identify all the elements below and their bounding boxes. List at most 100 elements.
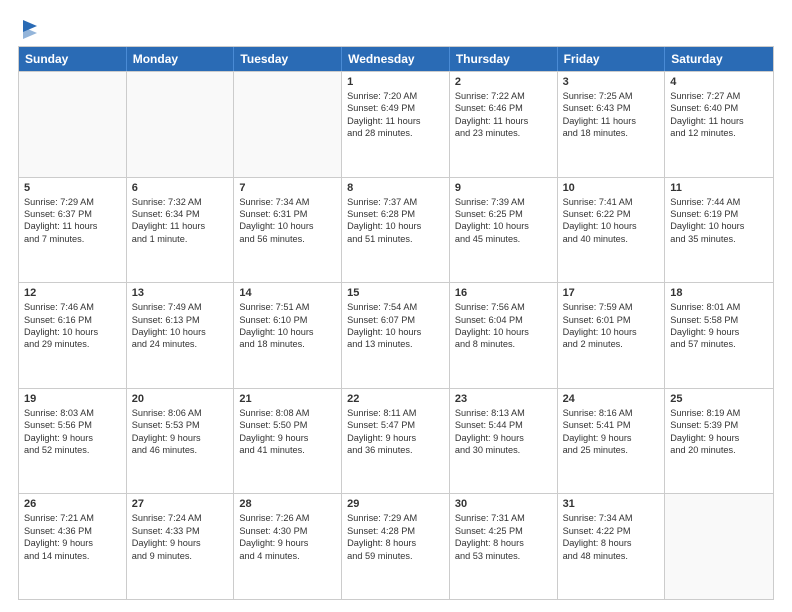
- day-cell-13: 13Sunrise: 7:49 AMSunset: 6:13 PMDayligh…: [127, 283, 235, 388]
- day-info-line: Sunrise: 8:01 AM: [670, 301, 768, 313]
- day-info-line: Sunrise: 8:03 AM: [24, 407, 121, 419]
- calendar-row-2: 12Sunrise: 7:46 AMSunset: 6:16 PMDayligh…: [19, 282, 773, 388]
- day-info-line: Sunrise: 7:39 AM: [455, 196, 552, 208]
- day-number: 19: [24, 393, 121, 405]
- day-info-line: and 51 minutes.: [347, 233, 444, 245]
- calendar-row-3: 19Sunrise: 8:03 AMSunset: 5:56 PMDayligh…: [19, 388, 773, 494]
- day-info-line: Daylight: 9 hours: [455, 432, 552, 444]
- day-info-line: Daylight: 10 hours: [24, 326, 121, 338]
- day-number: 23: [455, 393, 552, 405]
- day-cell-6: 6Sunrise: 7:32 AMSunset: 6:34 PMDaylight…: [127, 178, 235, 283]
- day-info-line: Daylight: 9 hours: [670, 326, 768, 338]
- day-cell-2: 2Sunrise: 7:22 AMSunset: 6:46 PMDaylight…: [450, 72, 558, 177]
- day-info-line: Daylight: 11 hours: [563, 115, 660, 127]
- day-info-line: Daylight: 9 hours: [239, 432, 336, 444]
- page: SundayMondayTuesdayWednesdayThursdayFrid…: [0, 0, 792, 612]
- day-info-line: Sunset: 5:44 PM: [455, 419, 552, 431]
- day-number: 25: [670, 393, 768, 405]
- day-info-line: Sunset: 6:28 PM: [347, 208, 444, 220]
- day-info-line: Daylight: 9 hours: [347, 432, 444, 444]
- day-info-line: Daylight: 8 hours: [347, 537, 444, 549]
- day-info-line: and 23 minutes.: [455, 127, 552, 139]
- day-info-line: Sunrise: 7:49 AM: [132, 301, 229, 313]
- calendar: SundayMondayTuesdayWednesdayThursdayFrid…: [18, 46, 774, 600]
- day-number: 22: [347, 393, 444, 405]
- day-info-line: Daylight: 9 hours: [24, 432, 121, 444]
- empty-cell-0-1: [127, 72, 235, 177]
- day-info-line: Sunrise: 7:24 AM: [132, 512, 229, 524]
- day-info-line: and 12 minutes.: [670, 127, 768, 139]
- day-cell-17: 17Sunrise: 7:59 AMSunset: 6:01 PMDayligh…: [558, 283, 666, 388]
- day-number: 5: [24, 182, 121, 194]
- day-info-line: Sunset: 6:07 PM: [347, 314, 444, 326]
- day-info-line: Sunset: 6:04 PM: [455, 314, 552, 326]
- weekday-header-monday: Monday: [127, 47, 235, 71]
- day-cell-18: 18Sunrise: 8:01 AMSunset: 5:58 PMDayligh…: [665, 283, 773, 388]
- day-info-line: and 53 minutes.: [455, 550, 552, 562]
- empty-cell-4-6: [665, 494, 773, 599]
- day-cell-9: 9Sunrise: 7:39 AMSunset: 6:25 PMDaylight…: [450, 178, 558, 283]
- day-info-line: and 14 minutes.: [24, 550, 121, 562]
- day-number: 4: [670, 76, 768, 88]
- logo-flag-icon: [19, 18, 39, 40]
- day-info-line: Daylight: 10 hours: [563, 220, 660, 232]
- day-info-line: and 25 minutes.: [563, 444, 660, 456]
- calendar-row-0: 1Sunrise: 7:20 AMSunset: 6:49 PMDaylight…: [19, 71, 773, 177]
- day-cell-15: 15Sunrise: 7:54 AMSunset: 6:07 PMDayligh…: [342, 283, 450, 388]
- day-info-line: Daylight: 10 hours: [455, 220, 552, 232]
- day-info-line: Sunset: 6:10 PM: [239, 314, 336, 326]
- day-info-line: Daylight: 10 hours: [347, 326, 444, 338]
- empty-cell-0-0: [19, 72, 127, 177]
- day-cell-22: 22Sunrise: 8:11 AMSunset: 5:47 PMDayligh…: [342, 389, 450, 494]
- day-info-line: Daylight: 9 hours: [670, 432, 768, 444]
- day-info-line: Sunset: 6:37 PM: [24, 208, 121, 220]
- day-cell-28: 28Sunrise: 7:26 AMSunset: 4:30 PMDayligh…: [234, 494, 342, 599]
- weekday-header-sunday: Sunday: [19, 47, 127, 71]
- day-number: 9: [455, 182, 552, 194]
- day-info-line: and 13 minutes.: [347, 338, 444, 350]
- day-info-line: Sunrise: 7:29 AM: [24, 196, 121, 208]
- day-info-line: Sunset: 5:50 PM: [239, 419, 336, 431]
- day-info-line: Daylight: 11 hours: [24, 220, 121, 232]
- day-info-line: and 56 minutes.: [239, 233, 336, 245]
- day-cell-4: 4Sunrise: 7:27 AMSunset: 6:40 PMDaylight…: [665, 72, 773, 177]
- day-number: 26: [24, 498, 121, 510]
- weekday-header-thursday: Thursday: [450, 47, 558, 71]
- day-info-line: Sunset: 4:36 PM: [24, 525, 121, 537]
- day-cell-25: 25Sunrise: 8:19 AMSunset: 5:39 PMDayligh…: [665, 389, 773, 494]
- day-info-line: Sunrise: 8:16 AM: [563, 407, 660, 419]
- day-info-line: Sunrise: 7:27 AM: [670, 90, 768, 102]
- calendar-body: 1Sunrise: 7:20 AMSunset: 6:49 PMDaylight…: [19, 71, 773, 599]
- day-info-line: Sunset: 5:41 PM: [563, 419, 660, 431]
- day-cell-8: 8Sunrise: 7:37 AMSunset: 6:28 PMDaylight…: [342, 178, 450, 283]
- day-number: 12: [24, 287, 121, 299]
- day-info-line: Sunrise: 7:20 AM: [347, 90, 444, 102]
- day-number: 7: [239, 182, 336, 194]
- day-info-line: Daylight: 9 hours: [563, 432, 660, 444]
- day-number: 30: [455, 498, 552, 510]
- day-info-line: Sunset: 4:22 PM: [563, 525, 660, 537]
- day-info-line: and 24 minutes.: [132, 338, 229, 350]
- day-info-line: Sunset: 4:25 PM: [455, 525, 552, 537]
- day-info-line: Sunrise: 8:08 AM: [239, 407, 336, 419]
- day-info-line: Sunset: 5:56 PM: [24, 419, 121, 431]
- day-info-line: Daylight: 8 hours: [563, 537, 660, 549]
- day-info-line: and 30 minutes.: [455, 444, 552, 456]
- day-cell-7: 7Sunrise: 7:34 AMSunset: 6:31 PMDaylight…: [234, 178, 342, 283]
- day-number: 14: [239, 287, 336, 299]
- day-number: 16: [455, 287, 552, 299]
- day-cell-29: 29Sunrise: 7:29 AMSunset: 4:28 PMDayligh…: [342, 494, 450, 599]
- day-info-line: and 1 minute.: [132, 233, 229, 245]
- day-number: 6: [132, 182, 229, 194]
- day-info-line: Sunrise: 7:54 AM: [347, 301, 444, 313]
- day-info-line: and 36 minutes.: [347, 444, 444, 456]
- day-info-line: Sunset: 6:40 PM: [670, 102, 768, 114]
- day-info-line: Sunrise: 7:26 AM: [239, 512, 336, 524]
- day-info-line: and 8 minutes.: [455, 338, 552, 350]
- day-info-line: Daylight: 9 hours: [132, 432, 229, 444]
- day-info-line: and 2 minutes.: [563, 338, 660, 350]
- day-info-line: Sunset: 6:34 PM: [132, 208, 229, 220]
- day-info-line: Sunrise: 7:22 AM: [455, 90, 552, 102]
- day-cell-5: 5 Sunrise: 7:29 AMSunset: 6:37 PMDaylight…: [19, 178, 127, 283]
- day-cell-21: 21Sunrise: 8:08 AMSunset: 5:50 PMDayligh…: [234, 389, 342, 494]
